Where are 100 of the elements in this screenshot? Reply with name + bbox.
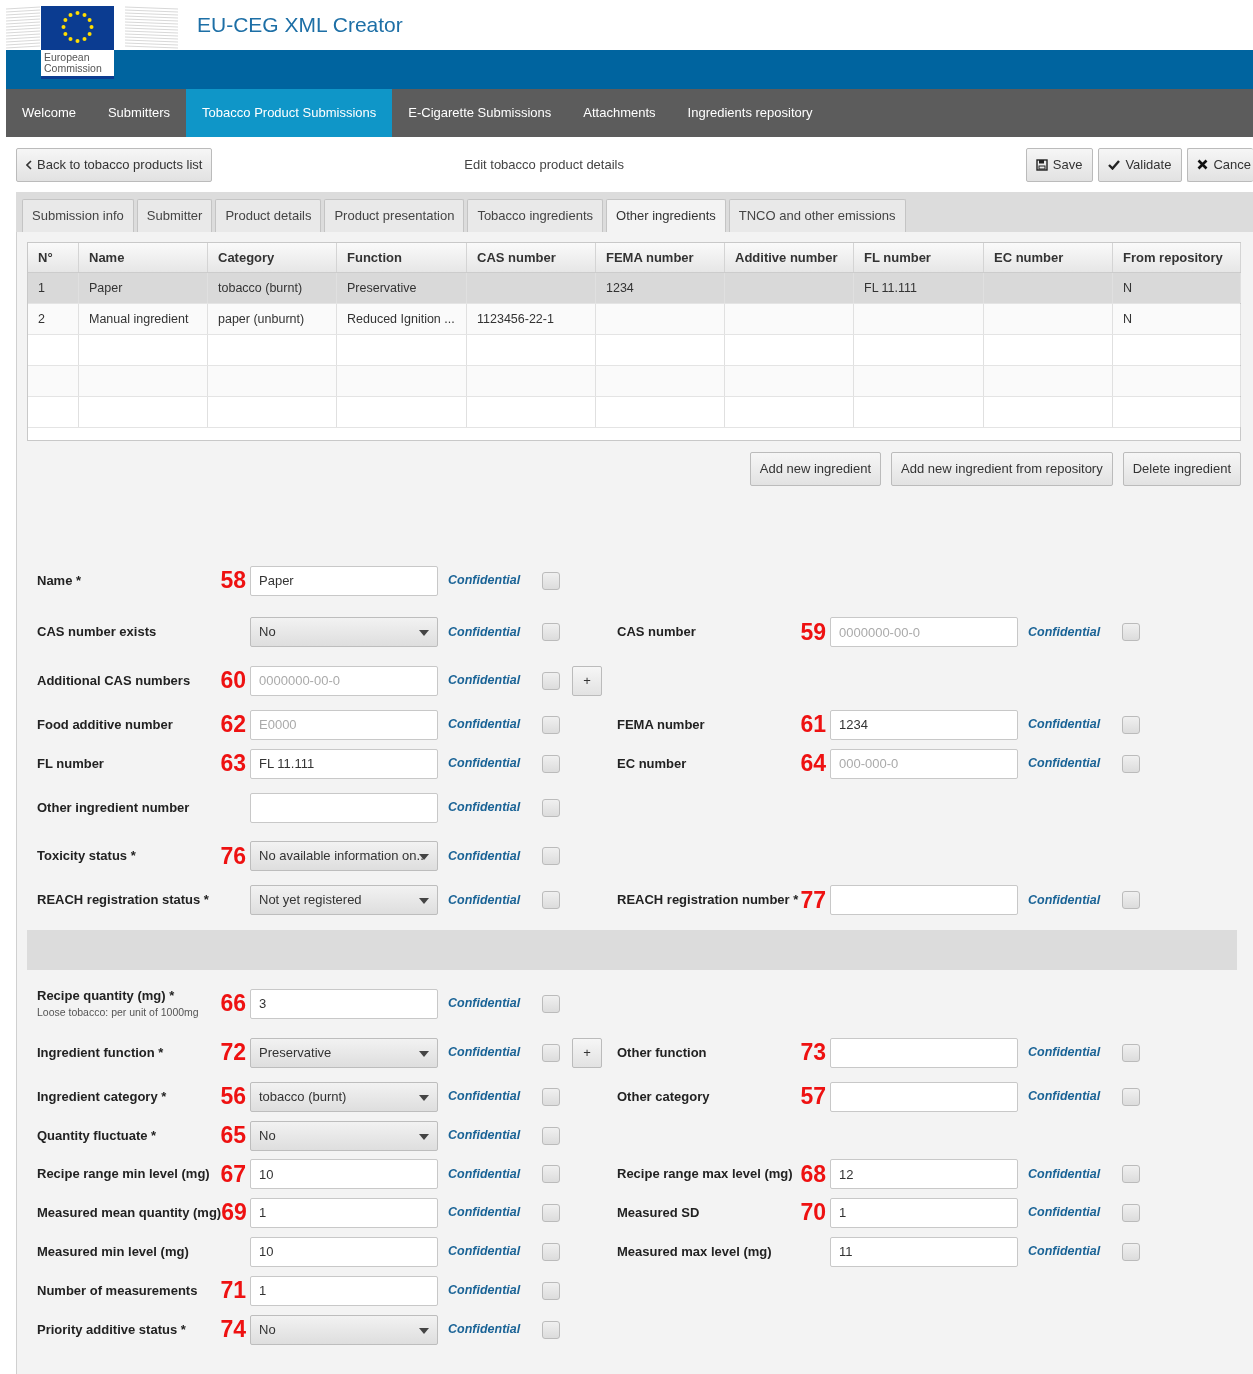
nav-tab[interactable]: Attachments xyxy=(567,89,672,137)
checkbox[interactable] xyxy=(542,994,560,1013)
checkbox[interactable] xyxy=(1122,1087,1140,1106)
annotation-number: 67 xyxy=(220,1162,246,1186)
checkbox[interactable] xyxy=(1122,754,1140,773)
input-field[interactable]: 10 xyxy=(250,1159,438,1189)
action-button[interactable]: Add new ingredient from repository xyxy=(891,452,1113,486)
validate-button[interactable]: Validate xyxy=(1098,147,1183,182)
tab[interactable]: Product details xyxy=(215,199,322,232)
column-header[interactable]: Category xyxy=(208,243,337,272)
input-field[interactable]: 1234 xyxy=(830,709,1018,740)
checkbox[interactable] xyxy=(542,623,560,641)
input-field[interactable]: 1 xyxy=(250,1197,438,1228)
back-button[interactable]: Back to tobacco products list xyxy=(16,147,213,182)
checkbox[interactable] xyxy=(542,891,560,909)
add-button[interactable]: + xyxy=(572,1037,602,1068)
dropdown[interactable]: No xyxy=(250,1314,438,1345)
checkbox[interactable] xyxy=(542,1281,560,1300)
tab[interactable]: Submission info xyxy=(22,199,134,232)
nav-tab[interactable]: Ingredients repository xyxy=(671,89,829,137)
input-field[interactable]: Paper xyxy=(250,565,438,596)
checkbox[interactable] xyxy=(1122,1203,1140,1222)
input-field[interactable]: 3 xyxy=(250,988,438,1019)
field-note: Loose tobacco: per unit of 1000mg xyxy=(37,1005,199,1021)
add-button[interactable]: + xyxy=(572,665,602,696)
column-header[interactable]: N° xyxy=(28,243,79,272)
column-header[interactable]: FEMA number xyxy=(596,243,725,272)
checkbox[interactable] xyxy=(542,1087,560,1106)
checkbox[interactable] xyxy=(542,1242,560,1261)
checkbox[interactable] xyxy=(1122,715,1140,734)
annotation-number: 77 xyxy=(800,888,826,912)
confidential-label: Confidential xyxy=(448,1044,522,1062)
input-field[interactable] xyxy=(250,792,438,823)
dropdown[interactable]: No xyxy=(250,1120,438,1151)
dropdown[interactable]: Preservative xyxy=(250,1037,438,1068)
checkbox[interactable] xyxy=(542,1203,560,1222)
input-field[interactable]: 0000000-00-0 xyxy=(250,665,438,696)
checkbox[interactable] xyxy=(1122,1242,1140,1261)
table-row[interactable]: 2 Manual ingredient paper (unburnt) Reduced Ignition ... 1123456-22-1 N xyxy=(28,304,1240,335)
dropdown[interactable]: Not yet registered xyxy=(250,885,438,915)
annotation-number: 57 xyxy=(800,1085,826,1108)
input-field[interactable]: 12 xyxy=(830,1159,1018,1189)
checkbox[interactable] xyxy=(542,1165,560,1183)
table-cell-text: paper (unburnt) xyxy=(218,310,305,328)
checkbox[interactable] xyxy=(542,671,560,690)
table-row[interactable]: 1 Paper tobacco (burnt) Preservative 1234 FL 11.111 N xyxy=(28,273,1240,304)
tab[interactable]: TNCO and other emissions xyxy=(728,199,906,232)
action-button[interactable]: Add new ingredient xyxy=(749,452,882,486)
column-header[interactable]: Function xyxy=(337,243,467,272)
column-header[interactable]: EC number xyxy=(984,243,1113,272)
input-field[interactable] xyxy=(830,1037,1018,1068)
column-header[interactable]: From repository xyxy=(1113,243,1241,272)
field-label: Name * xyxy=(37,571,82,590)
input-field[interactable] xyxy=(830,885,1018,915)
column-header[interactable]: FL number xyxy=(854,243,984,272)
checkbox[interactable] xyxy=(542,754,560,773)
column-header[interactable]: CAS number xyxy=(467,243,596,272)
cancel-button[interactable]: Cance xyxy=(1187,147,1253,182)
confidential-label: Confidential xyxy=(1028,1165,1102,1183)
column-header[interactable]: Additive number xyxy=(725,243,854,272)
checkbox[interactable] xyxy=(542,571,560,590)
checkbox[interactable] xyxy=(1122,1165,1140,1183)
confidential-label: Confidential xyxy=(448,1204,522,1222)
confidential-label: Confidential xyxy=(448,672,522,690)
input-field[interactable] xyxy=(830,1081,1018,1112)
dropdown[interactable]: No available information on.. xyxy=(250,841,438,871)
tab[interactable]: Product presentation xyxy=(324,199,465,232)
input-field[interactable]: E0000 xyxy=(250,709,438,740)
checkbox[interactable] xyxy=(1122,1043,1140,1062)
checkbox[interactable] xyxy=(542,1320,560,1339)
checkbox[interactable] xyxy=(542,715,560,734)
nav-tab[interactable]: Welcome xyxy=(6,89,92,137)
nav-tab[interactable]: Submitters xyxy=(91,89,187,137)
confidential-label: Confidential xyxy=(448,1243,522,1261)
save-button[interactable]: Save xyxy=(1025,147,1094,182)
checkbox[interactable] xyxy=(542,1126,560,1145)
column-header[interactable]: Name xyxy=(79,243,208,272)
checkbox[interactable] xyxy=(542,1043,560,1062)
action-button[interactable]: Delete ingredient xyxy=(1122,452,1241,486)
input-field[interactable]: 000-000-0 xyxy=(830,748,1018,779)
checkbox[interactable] xyxy=(542,798,560,817)
dropdown[interactable]: tobacco (burnt) xyxy=(250,1081,438,1112)
dropdown[interactable]: No xyxy=(250,617,438,647)
tab[interactable]: Tobacco ingredients xyxy=(467,199,604,232)
table-cell-text: tobacco (burnt) xyxy=(218,279,303,297)
input-field[interactable]: 0000000-00-0 xyxy=(830,617,1018,647)
checkbox[interactable] xyxy=(1122,891,1140,909)
checkbox[interactable] xyxy=(542,847,560,865)
confidential-label: Confidential xyxy=(448,755,522,773)
tab[interactable]: Submitter xyxy=(136,199,213,232)
input-field[interactable]: 10 xyxy=(250,1236,438,1267)
annotation-number: 76 xyxy=(220,844,246,868)
nav-tab[interactable]: E-Cigarette Submissions xyxy=(392,89,568,137)
input-field[interactable]: 1 xyxy=(250,1275,438,1306)
input-field[interactable]: 11 xyxy=(830,1236,1018,1267)
input-field[interactable]: 1 xyxy=(830,1197,1018,1228)
confidential-label: Confidential xyxy=(448,1088,522,1106)
input-field[interactable]: FL 11.111 xyxy=(250,748,438,779)
checkbox[interactable] xyxy=(1122,623,1140,641)
tab[interactable]: Other ingredients xyxy=(606,199,726,232)
